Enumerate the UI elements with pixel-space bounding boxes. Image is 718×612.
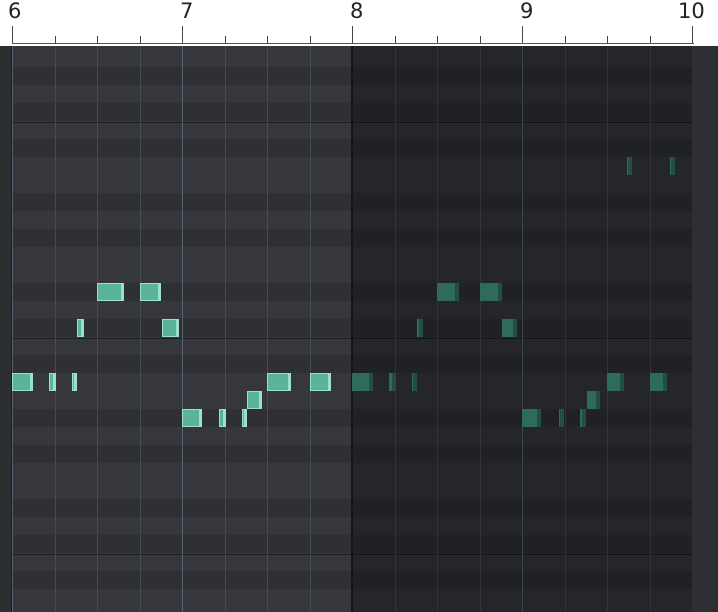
ghost-note — [437, 283, 460, 301]
bar-tick — [522, 26, 523, 43]
beat-line — [139, 46, 141, 612]
beat-line — [309, 46, 311, 612]
vertical-scrollbar[interactable] — [692, 46, 718, 612]
bar-number-10: 10 — [678, 0, 705, 23]
bar-tick — [12, 26, 13, 43]
beat-tick — [564, 36, 566, 43]
midi-note[interactable] — [219, 409, 227, 427]
beat-line — [267, 46, 268, 612]
ghost-note — [522, 409, 541, 427]
midi-note[interactable] — [139, 283, 161, 301]
bar-number-9: 9 — [520, 0, 534, 23]
beat-tick — [267, 36, 268, 43]
ghost-note — [649, 373, 667, 391]
loop-end-marker[interactable] — [351, 46, 353, 612]
midi-note[interactable] — [49, 373, 57, 391]
ghost-note — [559, 409, 565, 427]
midi-note[interactable] — [267, 373, 291, 391]
midi-note[interactable] — [182, 409, 203, 427]
midi-note[interactable] — [12, 373, 34, 391]
bar-number-8: 8 — [350, 0, 364, 23]
midi-note[interactable] — [71, 373, 78, 391]
bar-tick — [352, 26, 353, 43]
ghost-note — [389, 373, 397, 391]
midi-note[interactable] — [161, 319, 179, 337]
bar-number-6: 6 — [8, 0, 22, 23]
beat-tick — [97, 36, 98, 43]
ghost-note — [416, 319, 423, 337]
beat-line — [97, 46, 98, 612]
beat-tick — [309, 36, 311, 43]
ghost-note — [479, 283, 502, 301]
beat-tick — [54, 36, 56, 43]
piano-roll-grid[interactable] — [12, 46, 692, 612]
grid-left-border — [11, 46, 12, 612]
bar-tick — [692, 26, 693, 43]
beat-tick — [607, 36, 608, 43]
beat-tick — [649, 36, 651, 43]
midi-note[interactable] — [246, 391, 262, 409]
bar-line — [12, 46, 13, 612]
ghost-note — [607, 373, 624, 391]
beat-tick — [394, 36, 396, 43]
beat-tick — [139, 36, 141, 43]
midi-note[interactable] — [241, 409, 248, 427]
ghost-note — [669, 157, 675, 175]
beat-tick — [479, 36, 481, 43]
ghost-note — [627, 157, 633, 175]
ghost-note — [352, 373, 374, 391]
midi-note[interactable] — [76, 319, 85, 337]
ghost-note — [411, 373, 418, 391]
beat-line — [224, 46, 226, 612]
beat-tick — [437, 36, 438, 43]
bar-line — [182, 46, 183, 612]
bar-tick — [182, 26, 183, 43]
beat-line — [54, 46, 56, 612]
ghost-region — [352, 46, 692, 612]
midi-note[interactable] — [309, 373, 331, 391]
ghost-note — [586, 391, 601, 409]
timeline-ruler[interactable]: 6 7 8 9 10 — [0, 0, 718, 46]
ruler-baseline — [12, 43, 694, 44]
bar-number-7: 7 — [180, 0, 194, 23]
ghost-note — [579, 409, 586, 427]
ghost-note — [501, 319, 518, 337]
beat-tick — [224, 36, 226, 43]
midi-note[interactable] — [97, 283, 125, 301]
